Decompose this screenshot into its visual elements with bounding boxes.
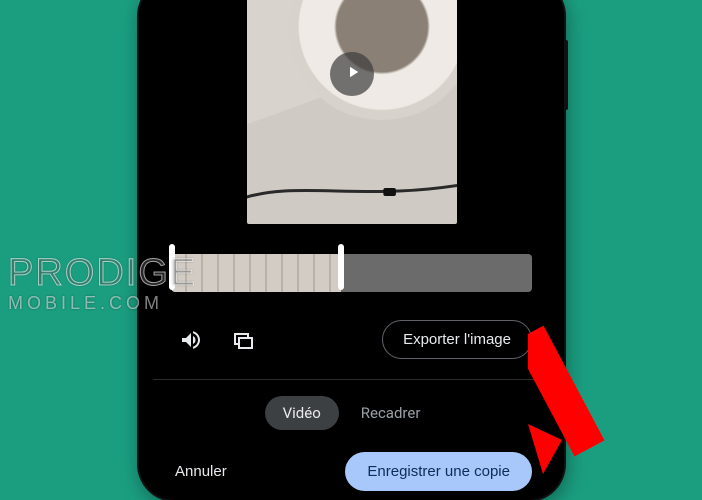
- save-copy-button[interactable]: Enregistrer une copie: [345, 452, 532, 491]
- segmented-control: Vidéo Recadrer: [153, 396, 550, 430]
- bottom-bar: Annuler Enregistrer une copie: [171, 452, 532, 491]
- phone-frame: Exporter l'image Vidéo Recadrer Annuler …: [139, 0, 564, 500]
- play-button[interactable]: [330, 52, 374, 96]
- timeline-track: [171, 254, 532, 292]
- cancel-button[interactable]: Annuler: [171, 455, 231, 488]
- video-content-cable: [247, 176, 457, 206]
- video-content-cup: [287, 0, 457, 120]
- frame-export-icon[interactable]: [231, 328, 255, 352]
- phone-screen: Exporter l'image Vidéo Recadrer Annuler …: [153, 0, 550, 500]
- tab-video[interactable]: Vidéo: [265, 396, 339, 430]
- export-image-button[interactable]: Exporter l'image: [382, 320, 532, 359]
- stage: Exporter l'image Vidéo Recadrer Annuler …: [0, 0, 702, 500]
- divider: [153, 379, 550, 380]
- controls-row: Exporter l'image: [171, 320, 532, 359]
- watermark: PRODIGE MOBILE.COM: [8, 254, 197, 312]
- watermark-line2: MOBILE.COM: [8, 294, 197, 312]
- tab-crop[interactable]: Recadrer: [343, 396, 439, 430]
- trim-handle-end[interactable]: [338, 244, 344, 290]
- timeline-unselected-range: [341, 254, 532, 292]
- watermark-line1: PRODIGE: [8, 254, 197, 292]
- play-icon: [341, 63, 362, 85]
- video-thumbnail[interactable]: [247, 0, 457, 224]
- volume-icon[interactable]: [179, 328, 203, 352]
- video-trim-timeline[interactable]: [171, 248, 532, 298]
- icon-group: [171, 328, 255, 352]
- video-preview-area: [153, 0, 550, 230]
